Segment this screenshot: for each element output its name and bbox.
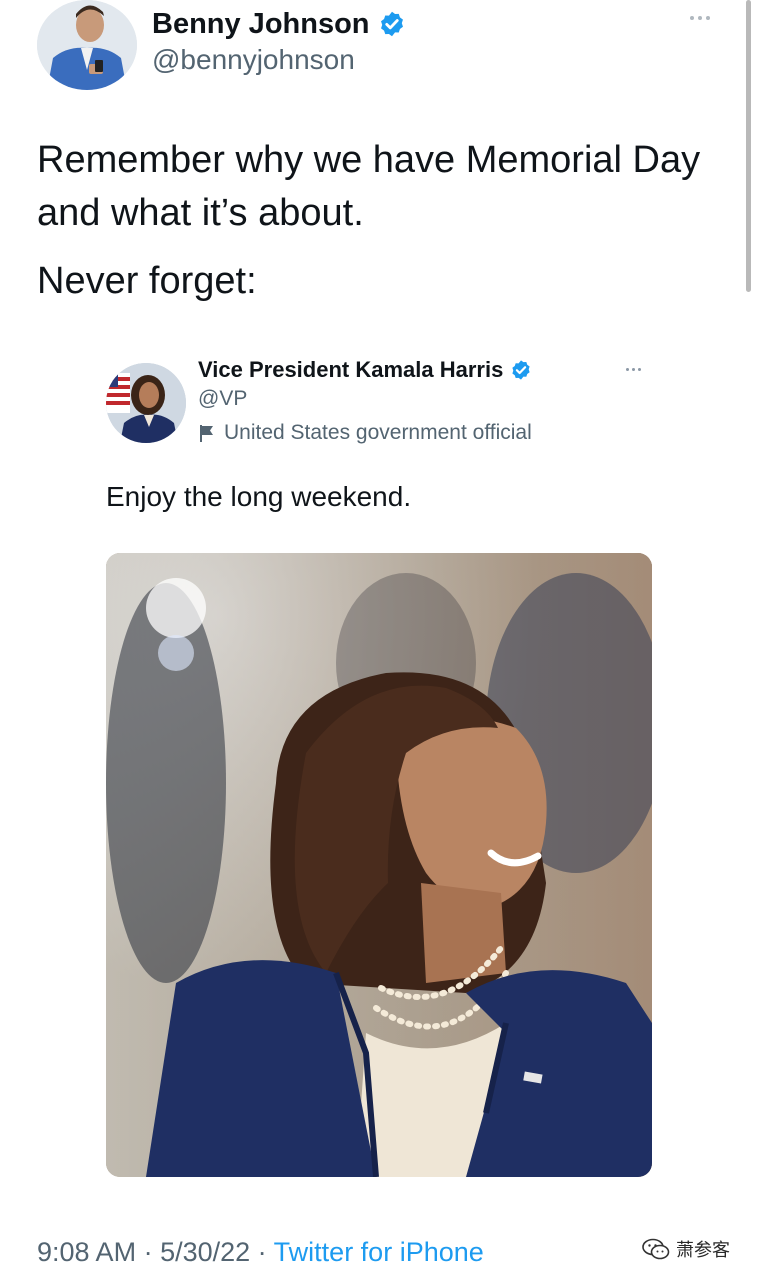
- tweet-date[interactable]: 5/30/22: [160, 1237, 250, 1267]
- outer-author-name[interactable]: Benny Johnson: [152, 7, 370, 41]
- outer-author-handle[interactable]: @bennyjohnson: [152, 43, 355, 77]
- scrollbar[interactable]: [746, 0, 751, 292]
- inner-author-handle: @VP: [198, 387, 248, 410]
- outer-author-avatar[interactable]: [37, 0, 137, 90]
- inner-author-avatar: [106, 363, 186, 443]
- government-label-row: United States government official: [198, 420, 532, 446]
- more-options-icon: [626, 368, 641, 371]
- wechat-icon: [642, 1238, 670, 1260]
- profile-photo: [106, 363, 186, 443]
- outer-tweet-line1: Remember why we have Memorial Day and wh…: [37, 139, 701, 234]
- outer-tweet-line2: Never forget:: [37, 260, 257, 302]
- verified-badge-icon: [512, 360, 530, 380]
- watermark: 萧参客: [642, 1236, 730, 1262]
- inner-author-name-row: Vice President Kamala Harris: [198, 356, 532, 384]
- inner-tweet-text: Enjoy the long weekend.: [106, 481, 412, 512]
- verified-badge-icon: [380, 11, 403, 37]
- government-label: United States government official: [224, 421, 532, 444]
- tweet-meta: 9:08 AM · 5/30/22 · Twitter for iPhone: [37, 1234, 484, 1270]
- meta-separator: ·: [250, 1237, 274, 1267]
- inner-tweet-photo: [106, 553, 652, 1177]
- more-options-icon[interactable]: [690, 8, 720, 28]
- outer-author-name-row[interactable]: Benny Johnson: [152, 7, 406, 41]
- meta-separator: ·: [136, 1237, 161, 1267]
- profile-photo: [37, 0, 137, 90]
- government-flag-icon: [200, 425, 213, 442]
- tweet-source-link[interactable]: Twitter for iPhone: [274, 1237, 484, 1267]
- inner-author-name: Vice President Kamala Harris: [198, 357, 504, 382]
- embedded-tweet-screenshot[interactable]: Vice President Kamala Harris @VP United …: [80, 342, 680, 1192]
- portrait-photo: [106, 553, 652, 1177]
- tweet-time[interactable]: 9:08 AM: [37, 1237, 136, 1267]
- watermark-text: 萧参客: [676, 1240, 730, 1260]
- outer-tweet-text: Remember why we have Memorial Day and wh…: [37, 134, 717, 308]
